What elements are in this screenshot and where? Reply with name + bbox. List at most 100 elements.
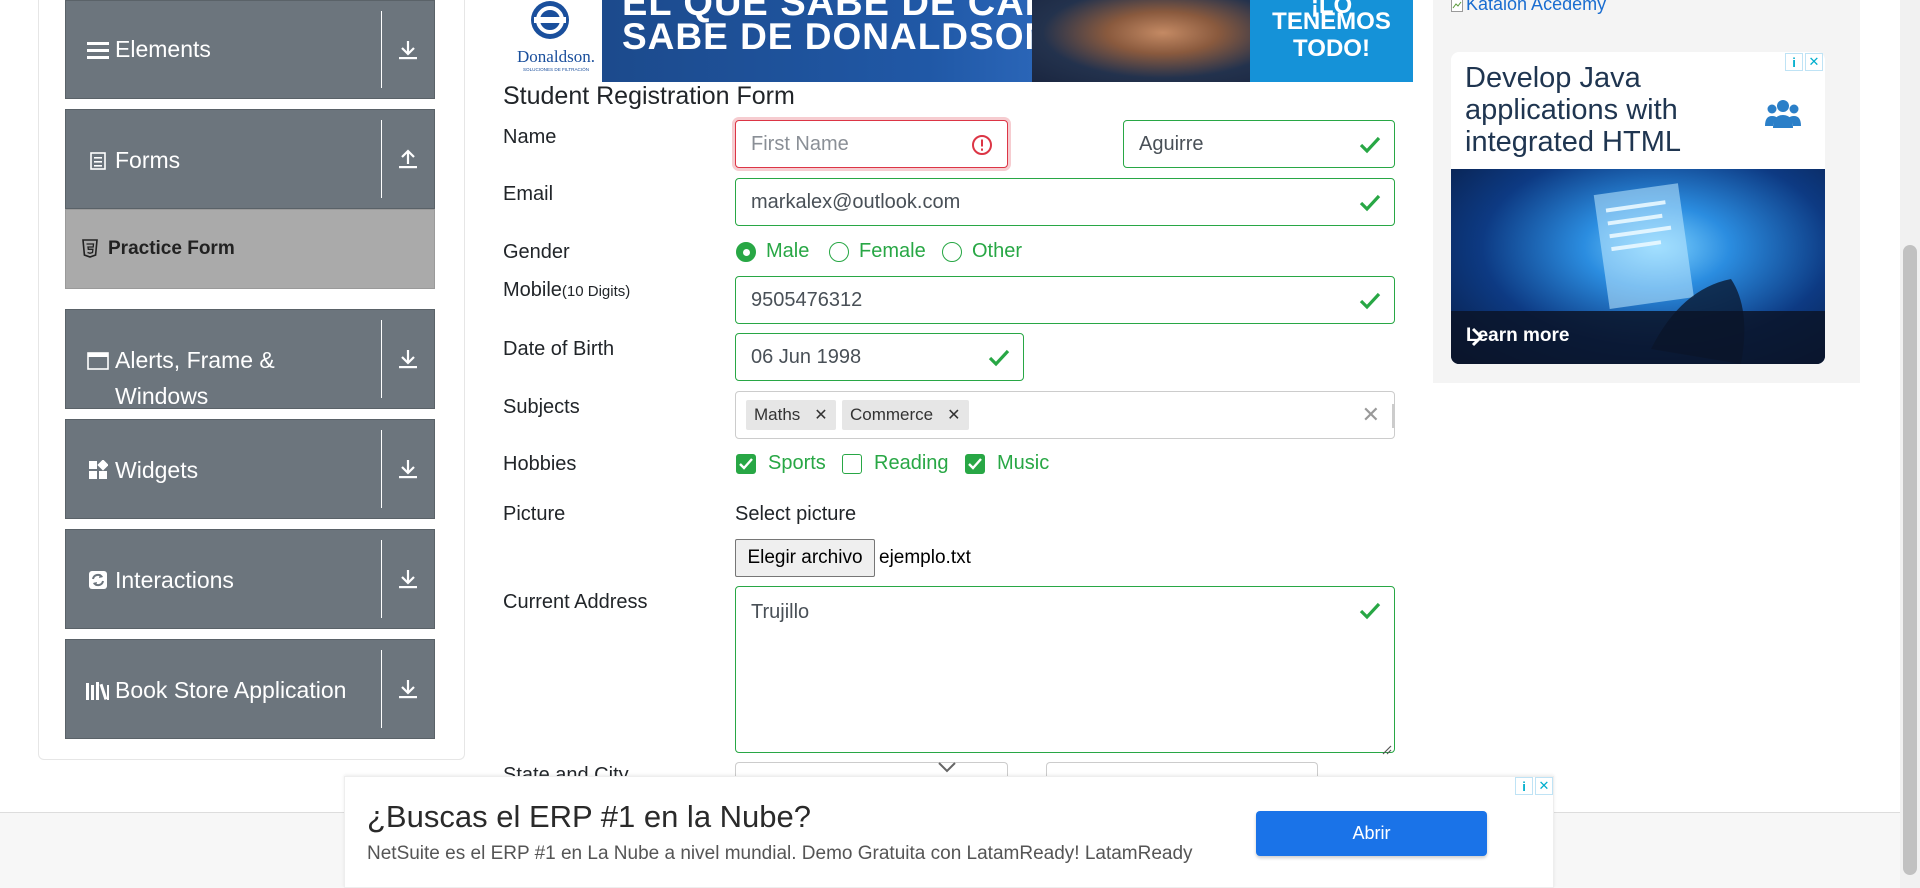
banner-right-line-3: TODO! [1293, 35, 1370, 62]
last-name-field[interactable]: Aguirre [1123, 120, 1395, 168]
sidebar-group-label: Interactions [115, 567, 234, 593]
checkbox-label: Sports [768, 452, 826, 474]
books-icon [84, 679, 112, 703]
first-name-placeholder: First Name [751, 132, 849, 155]
remove-tag-icon[interactable]: ✕ [814, 405, 827, 425]
subjects-label: Subjects [503, 396, 580, 418]
html5-icon [82, 239, 100, 259]
mobile-field[interactable]: 9505476312 [735, 276, 1395, 324]
katalon-academy-link-text: Katalon Acedemy [1466, 0, 1607, 14]
gender-radio-other[interactable]: Other [942, 240, 1022, 263]
learn-more-bar[interactable]: Learn more [1451, 311, 1825, 364]
chevron-right-icon [1466, 325, 1488, 349]
hamburger-icon [86, 38, 110, 62]
ad-close-icon[interactable]: ✕ [1535, 777, 1553, 795]
sidebar-item-practice-form[interactable]: Practice Form [65, 209, 435, 289]
ad-choices[interactable]: i ✕ [1515, 777, 1553, 795]
subjects-input[interactable]: Maths ✕ Commerce ✕ ✕ [735, 391, 1395, 439]
banner-photo [1032, 0, 1250, 82]
email-field[interactable]: markalex@outlook.com [735, 178, 1395, 226]
gender-radio-female[interactable]: Female [829, 240, 926, 263]
ad-choices[interactable]: i ✕ [1785, 53, 1823, 71]
sidebar-group-widgets[interactable]: Widgets [65, 419, 435, 519]
current-address-value: Trujillo [751, 601, 810, 623]
radio-circle [736, 241, 756, 262]
radio-circle [942, 241, 962, 262]
broken-image-icon [1451, 0, 1463, 12]
sidebar-group-label: Alerts, Frame & [115, 347, 275, 373]
top-banner-ad[interactable]: Donaldson. SOLUCIONES DE FILTRACIÓN EL Q… [510, 0, 1413, 82]
katalon-academy-link[interactable]: Katalon Acedemy [1451, 0, 1606, 15]
document-icon [86, 149, 110, 173]
ad-card[interactable]: Develop Java applications with integrate… [1451, 52, 1825, 364]
download-arrow-icon[interactable] [382, 530, 434, 628]
radio-circle [829, 241, 849, 262]
sidebar-group-bookstore[interactable]: Book Store Application [65, 639, 435, 739]
dob-field[interactable]: 06 Jun 1998 [735, 333, 1024, 381]
email-value: markalex@outlook.com [751, 190, 961, 213]
sidebar-group-elements[interactable]: Elements [65, 0, 435, 99]
current-address-textarea[interactable]: Trujillo [735, 586, 1395, 755]
brand-name: Donaldson. [517, 47, 595, 66]
widgets-icon [86, 458, 110, 482]
gender-label: Gender [503, 241, 570, 263]
ad-info-icon[interactable]: i [1515, 777, 1533, 795]
error-icon [971, 134, 995, 158]
ad-close-icon[interactable]: ✕ [1805, 53, 1823, 71]
choose-file-button[interactable]: Elegir archivo [735, 539, 875, 577]
ad-headline: Develop Java applications with integrate… [1465, 62, 1681, 158]
check-icon [987, 346, 1011, 370]
checkbox-box [842, 453, 862, 474]
clear-all-icon[interactable]: ✕ [1362, 402, 1380, 428]
dob-label: Date of Birth [503, 338, 615, 360]
page-viewport: { "sidebar": { "groups": [ {"label": "El… [0, 0, 1920, 888]
radio-label: Male [766, 240, 810, 262]
checkbox-label: Music [997, 452, 1050, 474]
gender-radio-male[interactable]: Male [736, 240, 809, 263]
chevron-down-icon[interactable] [936, 760, 958, 774]
hobby-checkbox-music[interactable]: Music [965, 452, 1049, 475]
sidebar-group-forms[interactable]: Forms [65, 109, 435, 209]
bottom-sticky-ad[interactable]: ¿Buscas el ERP #1 en la Nube? NetSuite e… [344, 776, 1554, 888]
download-arrow-icon[interactable] [382, 640, 434, 738]
sidebar-group-alerts[interactable]: Alerts, Frame & Windows [65, 309, 435, 409]
check-icon [1358, 191, 1382, 215]
sidebar-group-interactions[interactable]: Interactions [65, 529, 435, 629]
select-picture-label: Select picture [735, 503, 857, 525]
last-name-value: Aguirre [1139, 132, 1204, 155]
remove-tag-icon[interactable]: ✕ [947, 405, 960, 425]
checkbox-label: Reading [874, 452, 949, 474]
sidebar-group-label: Book Store Application [115, 677, 347, 703]
hobbies-label: Hobbies [503, 453, 577, 475]
check-icon [1358, 599, 1382, 623]
bottom-ad-headline: ¿Buscas el ERP #1 en la Nube? [367, 799, 812, 834]
subject-tag-commerce: Commerce ✕ [842, 400, 969, 430]
banner-main: EL QUE SABE DE CAMIONES SABE DE DONALDSO… [602, 0, 1250, 82]
right-side-ad[interactable]: Katalon Acedemy Develop Java application… [1433, 0, 1860, 383]
selected-file-name: ejemplo.txt [879, 547, 971, 568]
bottom-ad-open-button[interactable]: Abrir [1256, 811, 1487, 856]
radio-label: Female [859, 240, 926, 262]
page-scrollbar-thumb[interactable] [1903, 245, 1917, 875]
checkbox-box [965, 453, 985, 474]
mobile-label: Mobile(10 Digits) [503, 279, 630, 302]
banner-line-2: SABE DE DONALDSON [622, 16, 1053, 57]
subject-tag-maths: Maths ✕ [746, 400, 836, 430]
first-name-field[interactable]: First Name [735, 120, 1008, 168]
mobile-hint: (10 Digits) [561, 283, 631, 300]
download-arrow-icon[interactable] [382, 420, 434, 518]
form-title: Student Registration Form [503, 82, 795, 110]
mobile-value: 9505476312 [751, 288, 863, 311]
brand-subtitle: SOLUCIONES DE FILTRACIÓN [523, 66, 589, 72]
hobby-checkbox-reading[interactable]: Reading [842, 452, 949, 475]
download-arrow-icon[interactable] [382, 1, 434, 98]
upload-arrow-icon[interactable] [382, 110, 434, 208]
sidebar-group-label: Widgets [115, 457, 199, 483]
resize-grip-icon[interactable] [1380, 738, 1392, 755]
hobby-checkbox-sports[interactable]: Sports [736, 452, 826, 475]
sync-icon [86, 568, 110, 592]
sidebar-group-label-line2: Windows [115, 383, 209, 409]
divider [1392, 404, 1394, 428]
download-arrow-icon[interactable] [382, 310, 434, 408]
ad-info-icon[interactable]: i [1785, 53, 1803, 71]
